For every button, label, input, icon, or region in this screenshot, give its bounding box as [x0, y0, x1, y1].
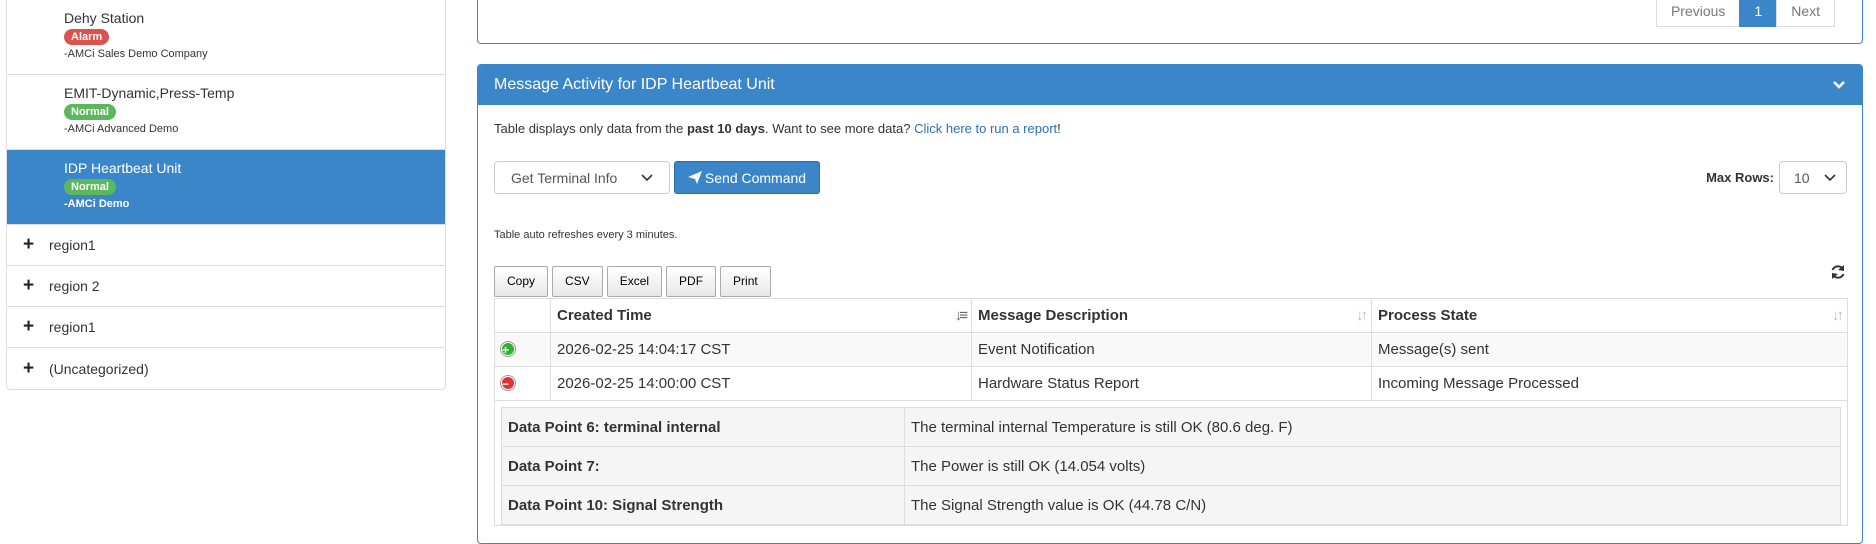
- copy-button[interactable]: Copy: [494, 266, 549, 297]
- cell-created-time: 2026-02-25 14:04:17 CST: [550, 332, 972, 367]
- chevron-down-icon[interactable]: [1832, 80, 1846, 90]
- pagination: Previous 1 Next: [1655, 0, 1835, 27]
- command-select-value: Get Terminal Info: [511, 169, 618, 186]
- note-text: Table displays only data from the: [494, 121, 687, 136]
- detail-value: The Power is still OK (14.054 volts): [904, 446, 1841, 486]
- message-activity-panel: Message Activity for IDP Heartbeat Unit …: [477, 64, 1863, 544]
- status-badge: Normal: [64, 179, 116, 195]
- region-label: region 2: [49, 278, 100, 294]
- header-label: Message Description: [978, 307, 1129, 324]
- expand-row-icon[interactable]: +: [501, 342, 515, 357]
- region-item-region1[interactable]: + region1: [7, 225, 445, 266]
- expand-column-header: [494, 298, 551, 333]
- run-report-link[interactable]: Click here to run a report: [914, 121, 1057, 136]
- print-button[interactable]: Print: [720, 266, 771, 297]
- device-sidebar: Dehy Station Alarm -AMCi Sales Demo Comp…: [6, 0, 446, 390]
- header-label: Process State: [1378, 307, 1478, 324]
- note-text: . Want to see more data?: [764, 121, 915, 136]
- detail-row: Data Point 7: The Power is still OK (14.…: [501, 446, 1841, 486]
- chevron-down-icon: [1824, 173, 1836, 181]
- collapse-row-icon[interactable]: −: [501, 376, 515, 391]
- row-details: Data Point 6: terminal internal The term…: [494, 400, 1848, 526]
- table-row: − 2026-02-25 14:00:00 CST Hardware Statu…: [494, 366, 1848, 401]
- region-label: region1: [49, 237, 96, 253]
- row-expand-cell[interactable]: +: [494, 332, 551, 367]
- column-header-process-state[interactable]: Process State ↓↑: [1371, 298, 1848, 333]
- max-rows-label: Max Rows:: [1706, 170, 1774, 185]
- panel-header[interactable]: Message Activity for IDP Heartbeat Unit: [478, 65, 1862, 105]
- expand-plus-icon[interactable]: +: [23, 316, 49, 338]
- region-item-uncategorized[interactable]: + (Uncategorized): [7, 348, 445, 389]
- panel-title: Message Activity for IDP Heartbeat Unit: [494, 76, 775, 93]
- device-name: Dehy Station: [64, 10, 145, 26]
- device-company: -AMCi Advanced Demo: [64, 123, 179, 135]
- export-buttons: Copy CSV Excel PDF Print: [494, 266, 771, 297]
- expand-plus-icon[interactable]: +: [23, 234, 49, 256]
- pagination-page-1[interactable]: 1: [1739, 0, 1778, 27]
- region-item-region-2[interactable]: + region 2: [7, 266, 445, 307]
- max-rows-select[interactable]: 10: [1779, 161, 1847, 194]
- status-badge: Alarm: [64, 29, 110, 45]
- message-table: Created Time ↓≡ Message Description ↓↑ P…: [494, 298, 1848, 526]
- expand-plus-icon[interactable]: +: [23, 275, 49, 297]
- note-text: !: [1057, 121, 1061, 136]
- device-company: -AMCi Demo: [64, 198, 130, 210]
- device-item-idp-heartbeat[interactable]: IDP Heartbeat Unit Normal -AMCi Demo: [7, 150, 445, 225]
- region-item-region1-b[interactable]: + region1: [7, 307, 445, 348]
- note-bold: past 10 days: [686, 121, 765, 136]
- region-label: region1: [49, 319, 96, 335]
- device-item-emit-dynamic[interactable]: EMIT-Dynamic,Press-Temp Normal -AMCi Adv…: [7, 75, 445, 150]
- header-label: Created Time: [557, 307, 652, 324]
- cell-message-description: Hardware Status Report: [971, 366, 1372, 401]
- device-name: EMIT-Dynamic,Press-Temp: [64, 85, 235, 101]
- sort-icon: ↓↑: [1832, 307, 1844, 324]
- cell-message-description: Event Notification: [971, 332, 1372, 367]
- top-panel: Previous 1 Next: [477, 0, 1863, 44]
- pagination-previous-button[interactable]: Previous: [1655, 0, 1741, 27]
- detail-value: The Signal Strength value is OK (44.78 C…: [904, 485, 1841, 525]
- device-company: -AMCi Sales Demo Company: [64, 48, 208, 60]
- refresh-icon[interactable]: [1830, 264, 1846, 280]
- paper-plane-icon: [687, 171, 702, 184]
- max-rows-control: Max Rows: 10: [1706, 161, 1847, 194]
- cell-process-state: Incoming Message Processed: [1371, 366, 1848, 401]
- cell-process-state: Message(s) sent: [1371, 332, 1848, 367]
- row-expand-cell[interactable]: −: [494, 366, 551, 401]
- detail-key: Data Point 7:: [501, 446, 905, 486]
- send-command-button[interactable]: Send Command: [674, 161, 820, 194]
- detail-row: Data Point 6: terminal internal The term…: [501, 407, 1841, 447]
- csv-button[interactable]: CSV: [552, 266, 603, 297]
- auto-refresh-note: Table auto refreshes every 3 minutes.: [494, 229, 678, 241]
- detail-key: Data Point 6: terminal internal: [501, 407, 905, 447]
- region-label: (Uncategorized): [49, 360, 149, 377]
- send-command-label: Send Command: [704, 169, 807, 186]
- status-badge: Normal: [64, 104, 116, 120]
- column-header-message-description[interactable]: Message Description ↓↑: [971, 298, 1372, 333]
- device-name: IDP Heartbeat Unit: [64, 160, 182, 176]
- detail-key: Data Point 10: Signal Strength: [501, 485, 905, 525]
- device-item-dehy-station[interactable]: Dehy Station Alarm -AMCi Sales Demo Comp…: [7, 0, 445, 75]
- table-row: + 2026-02-25 14:04:17 CST Event Notifica…: [494, 332, 1848, 367]
- pdf-button[interactable]: PDF: [666, 266, 717, 297]
- command-select[interactable]: Get Terminal Info: [494, 161, 670, 194]
- excel-button[interactable]: Excel: [606, 266, 663, 297]
- chevron-down-icon: [641, 173, 653, 181]
- sort-icon: ↓↑: [1356, 307, 1368, 324]
- data-range-note: Table displays only data from the past 1…: [494, 121, 1061, 136]
- cell-created-time: 2026-02-25 14:00:00 CST: [550, 366, 972, 401]
- detail-row: Data Point 10: Signal Strength The Signa…: [501, 485, 1841, 525]
- column-header-created-time[interactable]: Created Time ↓≡: [550, 298, 972, 333]
- pagination-next-button[interactable]: Next: [1776, 0, 1835, 27]
- max-rows-value: 10: [1794, 169, 1810, 186]
- expand-plus-icon[interactable]: +: [23, 358, 49, 380]
- details-table: Data Point 6: terminal internal The term…: [501, 407, 1841, 525]
- sort-desc-icon: ↓≡: [954, 307, 968, 324]
- row-details-cell: Data Point 6: terminal internal The term…: [494, 400, 1848, 526]
- detail-value: The terminal internal Temperature is sti…: [904, 407, 1841, 447]
